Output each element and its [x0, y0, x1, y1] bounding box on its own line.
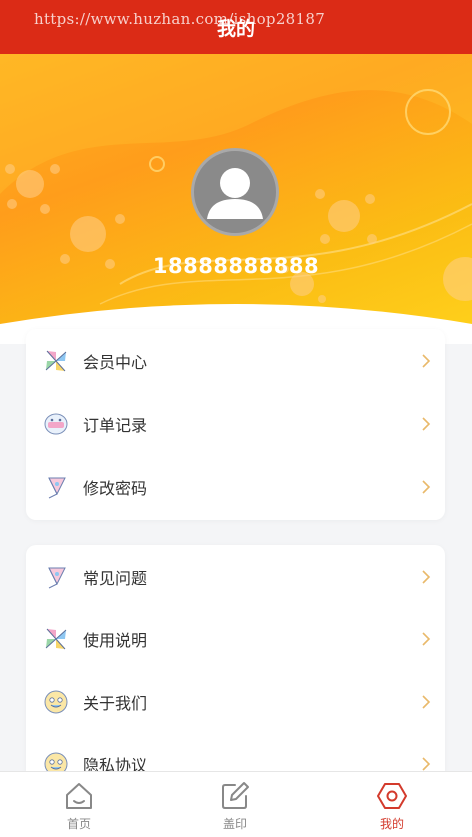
avatar[interactable] [191, 148, 279, 236]
kite-icon [48, 477, 66, 499]
bottom-tab-bar: 首页 盖印 我的 [0, 771, 472, 837]
menu-item-label: 会员中心 [83, 353, 148, 372]
chevron-right-icon [422, 417, 431, 431]
chevron-right-icon [422, 632, 431, 646]
watermark-text: https://www.huzhan.com/ishop28187 [34, 10, 326, 28]
menu-item-label: 修改密码 [83, 479, 148, 498]
menu-item-label: 常见问题 [83, 569, 148, 588]
home-icon [66, 783, 92, 809]
menu-item-order-records[interactable]: 订单记录 [26, 399, 445, 449]
menu-item-label: 使用说明 [83, 631, 148, 650]
menu-item-instructions[interactable]: 使用说明 [26, 614, 445, 664]
chevron-right-icon [422, 695, 431, 709]
profile-hero: 18888888888 [0, 54, 472, 344]
pinwheel-icon [45, 350, 67, 372]
menu-card-help: 常见问题 使用说明 关于我们 隐私协议 [26, 545, 445, 785]
menu-item-member-center[interactable]: 会员中心 [26, 336, 445, 386]
menu-item-about-us[interactable]: 关于我们 [26, 677, 445, 727]
default-avatar-icon [207, 168, 263, 219]
tab-label: 首页 [66, 817, 91, 831]
chevron-right-icon [422, 570, 431, 584]
chevron-right-icon [422, 354, 431, 368]
tab-mine[interactable]: 我的 [332, 772, 452, 836]
tab-label: 我的 [379, 817, 404, 831]
menu-item-label: 关于我们 [83, 694, 148, 713]
chevron-right-icon [422, 757, 431, 771]
edit-icon [222, 782, 249, 809]
profile-hexagon-icon [377, 783, 407, 809]
chevron-right-icon [422, 480, 431, 494]
user-phone: 18888888888 [152, 254, 320, 278]
kite-icon [48, 567, 66, 589]
menu-item-change-password[interactable]: 修改密码 [26, 462, 445, 512]
tab-home[interactable]: 首页 [19, 772, 139, 836]
menu-item-label: 订单记录 [83, 416, 148, 435]
tab-label: 盖印 [222, 817, 247, 831]
cake-icon [44, 413, 68, 435]
menu-card-account: 会员中心 订单记录 修改密码 [26, 329, 445, 520]
face-icon [44, 690, 68, 714]
pinwheel-icon [45, 628, 67, 650]
menu-item-faq[interactable]: 常见问题 [26, 552, 445, 602]
tab-stamp[interactable]: 盖印 [175, 772, 295, 836]
